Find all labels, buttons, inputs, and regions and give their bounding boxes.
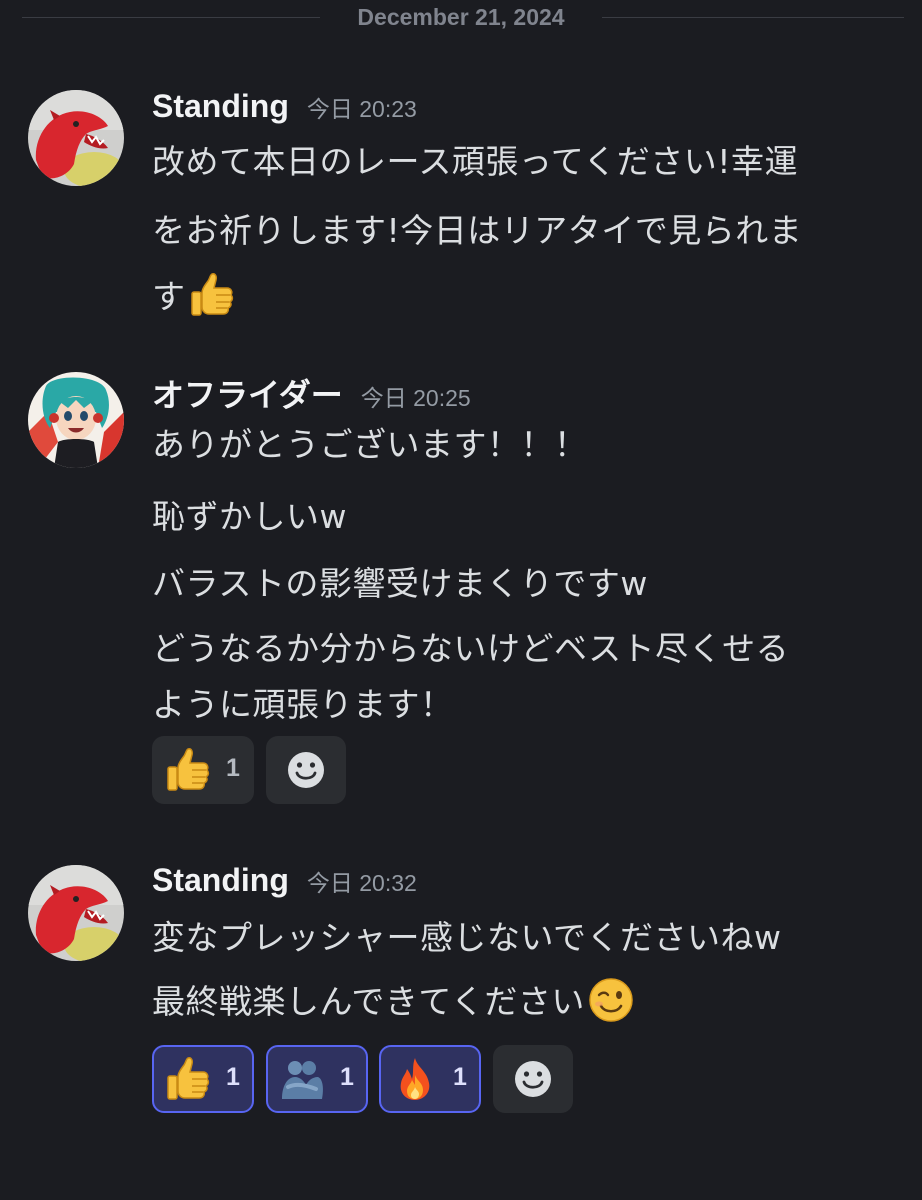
reaction-fire[interactable]: 1 xyxy=(379,1045,481,1113)
message-text: バラストの影響受けまくりですw xyxy=(152,564,648,603)
message-text: ありがとうございます！！！ xyxy=(152,425,588,464)
thumbs-up-icon xyxy=(188,271,236,327)
thumbs-up-icon xyxy=(164,1055,212,1103)
date-label: December 21, 2024 xyxy=(357,4,565,30)
username[interactable]: Standing xyxy=(152,862,289,898)
reaction-thumbs-up[interactable]: 1 xyxy=(152,736,254,804)
timestamp: 今日 20:32 xyxy=(306,870,417,896)
red-dinosaur-plush-avatar-icon xyxy=(28,865,124,961)
message-text: 恥ずかしいw xyxy=(152,497,347,536)
anime-girl-teal-hair-avatar-icon xyxy=(28,372,124,468)
username[interactable]: オフライダー xyxy=(152,377,343,413)
smiley-icon xyxy=(288,752,324,788)
message-text-line: 最終戦楽しんできてください xyxy=(152,975,635,1032)
reaction-count: 1 xyxy=(340,1063,354,1091)
avatar[interactable] xyxy=(28,865,124,961)
smiley-icon xyxy=(515,1061,551,1097)
message-text: ように頑張ります！ xyxy=(152,685,454,724)
people-hugging-icon xyxy=(278,1055,326,1103)
avatar[interactable] xyxy=(28,372,124,468)
message-text-line: す xyxy=(152,270,236,327)
reaction-count: 1 xyxy=(226,754,240,782)
fire-icon xyxy=(391,1055,439,1103)
reaction-count: 1 xyxy=(226,1063,240,1091)
reaction-people-hugging[interactable]: 1 xyxy=(266,1045,368,1113)
add-reaction-button[interactable] xyxy=(493,1045,573,1113)
username[interactable]: Standing xyxy=(152,88,289,124)
message-text: す xyxy=(152,277,186,316)
red-dinosaur-plush-avatar-icon xyxy=(28,90,124,186)
timestamp: 今日 20:23 xyxy=(306,96,417,122)
reaction-thumbs-up[interactable]: 1 xyxy=(152,1045,254,1113)
timestamp: 今日 20:25 xyxy=(360,385,471,411)
winking-face-icon xyxy=(587,976,635,1032)
message-text: 改めて本日のレース頑張ってください!幸運 xyxy=(152,142,798,181)
thumbs-up-icon xyxy=(164,746,212,794)
message-text: 変なプレッシャー感じないでくださいねw xyxy=(152,918,782,957)
divider-line-right xyxy=(602,17,904,18)
reaction-count: 1 xyxy=(453,1063,467,1091)
message-text: どうなるか分からないけどベスト尽くせる xyxy=(152,629,790,668)
add-reaction-button[interactable] xyxy=(266,736,346,804)
avatar[interactable] xyxy=(28,90,124,186)
message-text: をお祈りします!今日はリアタイで見られま xyxy=(152,211,803,250)
date-divider: December 21, 2024 xyxy=(0,0,922,38)
divider-line-left xyxy=(22,17,320,18)
message-text: 最終戦楽しんできてください xyxy=(152,982,585,1021)
